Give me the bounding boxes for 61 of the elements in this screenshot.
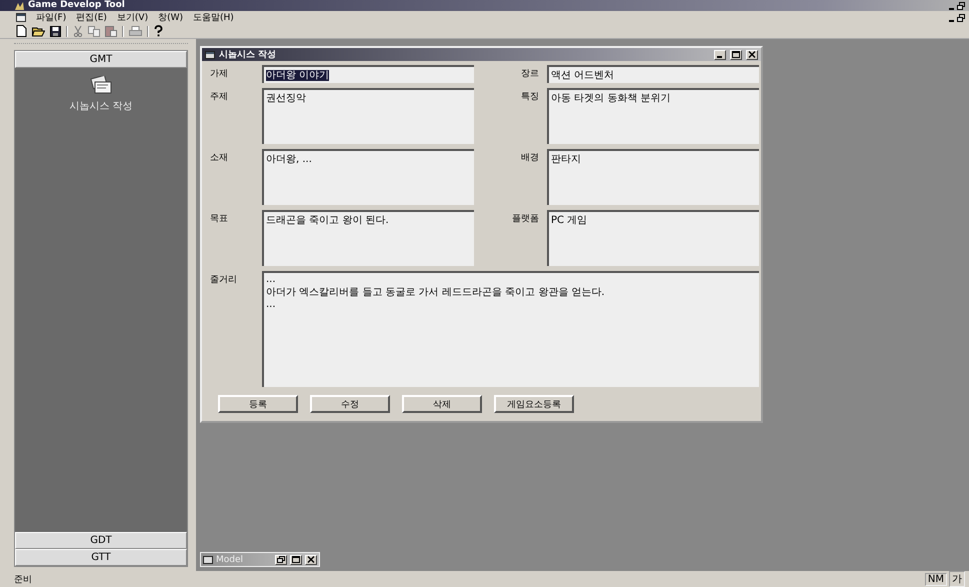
text-area[interactable]: 드래곤을 죽이고 왕이 된다. xyxy=(262,210,474,266)
field-label: 목표 xyxy=(209,213,229,226)
form-button[interactable]: 삭제 xyxy=(402,395,482,413)
menu-item[interactable]: 보기(V) xyxy=(116,12,148,24)
input-field[interactable]: 액션 어드벤처 xyxy=(547,65,759,83)
field-label: 특징 xyxy=(520,91,540,104)
group-header[interactable]: GMT xyxy=(15,51,187,68)
minimized-window-title: Model xyxy=(216,554,244,564)
copy-icon[interactable] xyxy=(88,26,100,36)
minimize-button[interactable] xyxy=(714,50,726,60)
field-label: 줄거리 xyxy=(209,274,238,287)
save-icon[interactable] xyxy=(50,26,61,36)
new-file-icon[interactable] xyxy=(16,25,27,37)
window-title: Game Develop Tool xyxy=(28,0,125,11)
menu-item[interactable]: 도움말(H) xyxy=(193,12,234,24)
text-area[interactable]: 판타지 xyxy=(547,149,759,205)
printer-icon[interactable] xyxy=(129,26,142,36)
field-label: 주제 xyxy=(209,91,229,104)
window-icon xyxy=(203,556,213,564)
folder-icon[interactable] xyxy=(32,26,45,36)
maximize-button[interactable] xyxy=(730,50,742,60)
menu-item[interactable]: 창(W) xyxy=(158,12,184,24)
field-label: 가제 xyxy=(209,68,229,81)
menu-item[interactable]: 편집(E) xyxy=(76,12,107,24)
scissors-icon[interactable] xyxy=(73,26,83,36)
text-area[interactable]: PC 게임 xyxy=(547,210,759,266)
field-label: 플랫폼 xyxy=(511,213,540,226)
field-label: 장르 xyxy=(520,68,540,81)
text-area[interactable]: ... 아더가 엑스칼리버를 들고 동굴로 가서 레드드라곤을 죽이고 왕관을 얻는다. ... xyxy=(262,271,759,387)
maximize-icon xyxy=(732,51,740,58)
field-label: 소재 xyxy=(209,152,229,165)
restore-button[interactable] xyxy=(275,554,287,564)
menu-item[interactable]: 파일(F) xyxy=(36,12,66,24)
close-button[interactable] xyxy=(305,554,317,564)
text-area[interactable]: 권선징악 xyxy=(262,88,474,144)
close-icon xyxy=(748,51,756,58)
text-area[interactable]: 아더왕, ... xyxy=(262,149,474,205)
input-field[interactable]: 아더왕 이야기 xyxy=(262,65,474,83)
window-icon xyxy=(205,50,215,58)
close-icon xyxy=(307,556,315,563)
close-button[interactable] xyxy=(746,50,758,60)
maximize-icon xyxy=(292,556,300,563)
maximize-button[interactable] xyxy=(290,554,302,564)
paste-icon[interactable] xyxy=(105,25,117,37)
restore-icon xyxy=(277,556,285,563)
form-button[interactable]: 수정 xyxy=(310,395,390,413)
group-header[interactable]: GTT xyxy=(15,549,187,566)
form-button[interactable]: 등록 xyxy=(218,395,298,413)
sidebar-item[interactable]: 시놉시스 작성 xyxy=(69,99,133,113)
field-label: 배경 xyxy=(520,152,540,165)
form-button[interactable]: 게임요소등록 xyxy=(494,395,574,413)
status-indicator: NM xyxy=(924,572,947,586)
child-window-title: 시놉시스 작성 xyxy=(219,49,276,61)
group-header[interactable]: GDT xyxy=(15,532,187,549)
text-area[interactable]: 아동 타겟의 동화책 분위기 xyxy=(547,88,759,144)
status-indicator: 가 xyxy=(949,571,965,587)
document-icon[interactable] xyxy=(16,13,26,22)
help-icon[interactable] xyxy=(154,25,163,37)
app-icon xyxy=(14,0,25,10)
status-text: 준비 xyxy=(14,574,32,586)
documents-icon[interactable] xyxy=(88,76,114,96)
